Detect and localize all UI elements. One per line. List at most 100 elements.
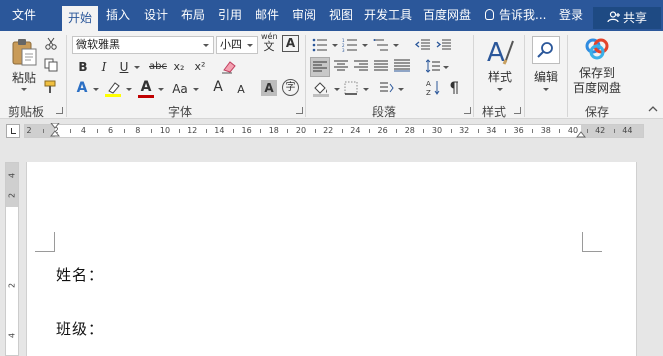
paragraph-launcher-icon[interactable] <box>464 107 471 114</box>
indent-marker-icon[interactable] <box>50 123 60 137</box>
vruler-number: 2 <box>7 192 17 199</box>
highlighter-icon[interactable] <box>104 81 122 97</box>
tell-me-text: 告诉我... <box>499 8 547 22</box>
ruler-number: 32 <box>459 126 470 135</box>
document-page[interactable] <box>26 162 637 356</box>
multilevel-list-icon[interactable] <box>373 38 389 52</box>
document-line-name[interactable]: 姓名： <box>56 264 104 285</box>
right-indent-marker-icon[interactable] <box>576 130 586 138</box>
styles-button[interactable]: A 样式 <box>479 35 521 97</box>
clipboard-launcher-icon[interactable] <box>56 107 63 114</box>
borders-dropdown-icon[interactable] <box>363 88 369 91</box>
tab-file[interactable]: 文件 <box>0 0 48 31</box>
pinyin-guide-button[interactable]: wén 文 <box>261 33 278 53</box>
text-effects-icon[interactable]: A <box>75 79 89 97</box>
tab-insert[interactable]: 插入 <box>100 0 136 31</box>
share-label: 共享 <box>622 11 647 25</box>
line-spacing-icon[interactable] <box>426 59 440 73</box>
ruler-number: 6 <box>108 126 114 135</box>
ruler-tick <box>532 129 534 133</box>
cut-icon[interactable] <box>44 37 58 51</box>
collapse-ribbon-icon[interactable] <box>648 105 658 113</box>
show-marks-icon[interactable] <box>448 81 460 95</box>
save-to-line2: 百度网盘 <box>572 81 621 95</box>
tab-review[interactable]: 审阅 <box>286 0 322 31</box>
ruler-number: 16 <box>241 126 252 135</box>
document-line-class[interactable]: 班级： <box>56 318 104 339</box>
text-effects-dropdown-icon[interactable] <box>93 88 99 91</box>
horizontal-ruler[interactable]: 2 2 4 6 8 10 12 14 16 18 20 22 24 26 28 30 32 34 36 38 40 42 4… <box>24 123 644 138</box>
increase-indent-icon[interactable] <box>436 38 452 52</box>
line-spacing-dropdown-icon[interactable] <box>443 66 449 69</box>
multilevel-dropdown-icon[interactable] <box>393 44 399 47</box>
paste-dropdown-icon <box>21 88 27 91</box>
shrink-font-button[interactable]: A <box>236 81 246 99</box>
subscript-button[interactable]: x₂ <box>171 58 187 76</box>
copy-icon[interactable] <box>44 58 58 72</box>
tab-selector-icon[interactable] <box>6 124 20 138</box>
tab-developer[interactable]: 开发工具 <box>360 0 416 31</box>
justify-icon[interactable] <box>374 60 388 72</box>
distributed-icon[interactable] <box>394 59 410 73</box>
align-center-icon[interactable] <box>334 60 348 72</box>
share-button[interactable]: 共享 <box>593 7 661 29</box>
italic-button[interactable]: I <box>97 58 111 76</box>
ruler-number: 14 <box>214 126 225 135</box>
sort-icon[interactable]: AZ <box>426 79 440 97</box>
decrease-indent-icon[interactable] <box>415 38 431 52</box>
login-link[interactable]: 登录 <box>559 0 583 31</box>
tab-design[interactable]: 设计 <box>138 0 174 31</box>
ruler-margin-right <box>581 125 643 137</box>
chinese-layout-dropdown-icon[interactable] <box>398 88 404 91</box>
grow-font-button[interactable]: A <box>212 78 224 96</box>
format-painter-icon[interactable] <box>44 80 58 94</box>
editing-button[interactable]: 编辑 <box>528 35 564 97</box>
shading-dropdown-icon[interactable] <box>334 88 340 91</box>
font-color-dropdown-icon[interactable] <box>158 88 164 91</box>
styles-launcher-icon[interactable] <box>514 107 521 114</box>
numbering-dropdown-icon[interactable] <box>362 44 368 47</box>
paste-button[interactable]: 粘贴 <box>8 35 40 91</box>
bullets-icon[interactable] <box>312 38 328 52</box>
clear-formatting-icon[interactable] <box>221 60 237 74</box>
underline-dropdown-icon[interactable] <box>134 66 140 69</box>
highlight-dropdown-icon[interactable] <box>126 88 132 91</box>
numbering-icon[interactable]: 123 <box>342 38 358 52</box>
superscript-button[interactable]: x² <box>192 58 208 76</box>
tell-me-search[interactable]: 告诉我... <box>485 0 546 31</box>
underline-button[interactable]: U <box>117 58 131 76</box>
borders-icon[interactable] <box>344 81 358 95</box>
font-color-button[interactable]: A <box>138 78 154 98</box>
bold-button[interactable]: B <box>75 58 91 76</box>
strikethrough-button[interactable]: abc <box>148 58 168 76</box>
tab-home[interactable]: 开始 <box>62 6 98 31</box>
ruler-tick <box>97 129 98 133</box>
ruler-tick <box>314 129 316 133</box>
svg-text:A: A <box>487 38 505 67</box>
save-to-baidu-button[interactable]: 保存到 百度网盘 <box>571 35 623 97</box>
change-case-button[interactable]: Aa <box>170 80 190 98</box>
align-right-icon[interactable] <box>354 60 368 72</box>
ruler-tick <box>423 129 425 133</box>
change-case-dropdown-icon[interactable] <box>193 88 199 91</box>
shading-icon[interactable] <box>312 81 330 97</box>
character-shading-button[interactable]: A <box>261 80 277 96</box>
font-size-combo[interactable]: 小四 <box>216 36 258 54</box>
tab-baidu-netdisk[interactable]: 百度网盘 <box>418 0 476 31</box>
clipboard-group-label: 剪贴板 <box>8 105 45 119</box>
bullets-dropdown-icon[interactable] <box>332 44 338 47</box>
tab-layout[interactable]: 布局 <box>175 0 211 31</box>
chinese-layout-icon[interactable] <box>378 81 394 95</box>
align-left-button[interactable] <box>310 57 330 77</box>
vertical-ruler[interactable]: 4 2 2 4 <box>5 162 19 356</box>
font-launcher-icon[interactable] <box>296 107 303 114</box>
ruler-number: 8 <box>135 126 141 135</box>
tab-references[interactable]: 引用 <box>212 0 248 31</box>
tab-mailings[interactable]: 邮件 <box>249 0 285 31</box>
font-name-combo[interactable]: 微软雅黑 <box>72 36 214 54</box>
character-border-button[interactable]: A <box>282 35 299 52</box>
styles-dropdown-icon <box>497 88 503 91</box>
tab-view[interactable]: 视图 <box>323 0 359 31</box>
enclose-characters-button[interactable]: 字 <box>282 79 299 96</box>
ruler-tick <box>124 129 126 133</box>
